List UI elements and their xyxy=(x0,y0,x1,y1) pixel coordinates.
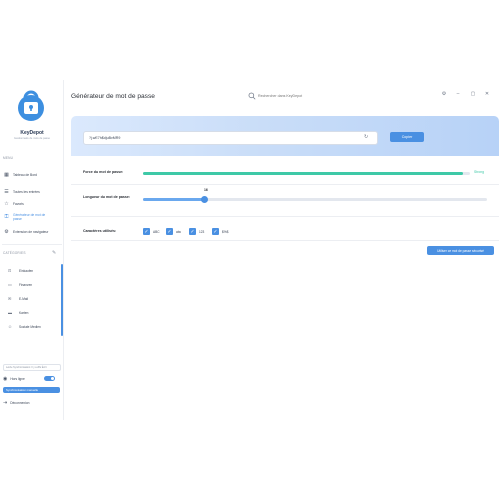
checkbox-checked-icon[interactable]: ✓ xyxy=(143,228,150,235)
checkbox-checked-icon[interactable]: ✓ xyxy=(189,228,196,235)
keydepot-logo-icon xyxy=(18,90,44,121)
option-label: $%$ xyxy=(222,229,229,234)
sidebar-item-browser-extension[interactable]: ⚙ Extension de navigateur xyxy=(3,227,61,236)
users-icon: ☺ xyxy=(8,324,13,329)
generated-password-field[interactable]: ?j.wE7h$djuBvMR9 xyxy=(83,131,378,145)
search-input[interactable] xyxy=(258,94,338,98)
option-label: ABC xyxy=(153,229,160,234)
sidebar-item-label: Favoris xyxy=(13,201,24,206)
mail-icon: ✉ xyxy=(8,296,12,301)
sidebar-item-favorites[interactable]: ☆ Favoris xyxy=(3,199,61,208)
wallet-icon: ▭ xyxy=(8,282,12,287)
length-label: Longueur du mot de passe: xyxy=(83,195,131,199)
checkbox-checked-icon[interactable]: ✓ xyxy=(166,228,173,235)
logout-button[interactable]: ⇥ Déconnexion xyxy=(3,398,29,407)
logout-label: Déconnexion xyxy=(10,400,30,405)
page-title: Générateur de mot de passe xyxy=(71,93,155,100)
close-icon[interactable]: ✕ xyxy=(483,91,491,97)
option-numbers[interactable]: ✓ 123 xyxy=(189,228,204,235)
main-content: Générateur de mot de passe ⚙ – ▢ ✕ ?j.wE… xyxy=(64,80,500,420)
strength-meter-fill xyxy=(143,172,464,175)
settings-icon[interactable]: ⚙ xyxy=(440,91,448,97)
option-uppercase[interactable]: ✓ ABC xyxy=(143,228,160,235)
generated-password: ?j.wE7h$djuBvMR9 xyxy=(89,136,121,140)
length-slider-thumb[interactable] xyxy=(201,196,209,203)
category-label: Einkaufen xyxy=(19,268,34,273)
checkbox-checked-icon[interactable]: ✓ xyxy=(212,228,219,235)
star-icon: ☆ xyxy=(4,200,9,207)
offline-label: Hors ligne xyxy=(10,377,25,381)
app-name: KeyDepot xyxy=(20,130,44,136)
option-symbols[interactable]: ✓ $%$ xyxy=(212,228,228,235)
category-item-karten[interactable]: ▬ Karten xyxy=(8,308,58,317)
category-item-einkaufen[interactable]: ⊡ Einkaufen xyxy=(8,266,58,275)
refresh-icon[interactable]: ↻ xyxy=(364,134,368,140)
maximize-icon[interactable]: ▢ xyxy=(469,91,477,97)
app-subtitle: Gestionnaire de mots de passe xyxy=(14,137,50,140)
search-bar[interactable] xyxy=(248,91,350,101)
cart-icon: ⊡ xyxy=(8,268,12,273)
logout-icon: ⇥ xyxy=(3,399,8,406)
dashboard-icon: ▦ xyxy=(4,171,9,178)
sidebar: KeyDepot Gestionnaire de mots de passe M… xyxy=(0,80,64,420)
row-divider xyxy=(71,240,499,241)
sidebar-item-label: Tableau de Bord xyxy=(13,172,38,177)
strength-text: Strong xyxy=(474,170,484,174)
sidebar-item-all-entries[interactable]: ☰ Toutes les entrées xyxy=(3,187,61,196)
copy-button[interactable]: Copier xyxy=(390,132,424,142)
strength-label: Force du mot de passe: xyxy=(83,170,124,174)
category-item-social[interactable]: ☺ Soziale Medien xyxy=(8,322,58,331)
category-label: Finanzen xyxy=(19,282,33,287)
sidebar-divider xyxy=(2,244,62,245)
edit-categories-icon[interactable]: ✎ xyxy=(52,250,56,256)
list-icon: ☰ xyxy=(4,188,9,195)
sidebar-item-label: Générateur de mot de passe xyxy=(13,213,46,221)
category-item-finanzen[interactable]: ▭ Finanzen xyxy=(8,280,58,289)
search-icon xyxy=(248,92,256,100)
menu-section-label: MENU xyxy=(3,156,14,160)
sidebar-item-label: Toutes les entrées xyxy=(13,189,40,194)
eye-icon: ◉ xyxy=(3,376,8,382)
sidebar-item-password-generator[interactable]: ⚿ Générateur de mot de passe xyxy=(3,213,61,225)
use-password-button[interactable]: Utiliser ce mot de passe sécurisé xyxy=(427,246,494,255)
sync-status: Letzte Synchronisation: Il y a 28s Écrit xyxy=(3,364,61,371)
option-lowercase[interactable]: ✓ abc xyxy=(166,228,181,235)
card-icon: ▬ xyxy=(8,310,12,315)
categories-section-label: CATÉGORIES xyxy=(3,251,26,255)
sidebar-item-label: Extension de navigateur xyxy=(13,229,49,234)
manual-sync-button[interactable]: Synchronisation manuelle xyxy=(3,387,60,393)
length-slider[interactable] xyxy=(143,196,487,203)
row-divider xyxy=(71,184,499,185)
sidebar-item-dashboard[interactable]: ▦ Tableau de Bord xyxy=(3,170,61,179)
offline-toggle[interactable] xyxy=(44,376,55,381)
option-label: 123 xyxy=(199,229,205,234)
minimize-icon[interactable]: – xyxy=(454,91,462,97)
strength-meter xyxy=(143,172,470,175)
category-label: Karten xyxy=(19,310,29,315)
category-item-email[interactable]: ✉ E-Mail xyxy=(8,294,58,303)
puzzle-icon: ⚙ xyxy=(4,228,9,235)
key-icon: ⚿ xyxy=(4,213,9,220)
option-label: abc xyxy=(176,229,182,234)
length-slider-fill xyxy=(143,198,205,201)
category-label: Soziale Medien xyxy=(19,324,41,329)
chars-label: Caractères utilisés: xyxy=(83,229,117,233)
app-window: KeyDepot Gestionnaire de mots de passe M… xyxy=(0,80,500,420)
row-divider xyxy=(71,216,499,217)
length-value: 16 xyxy=(204,188,208,192)
category-label: E-Mail xyxy=(19,296,29,301)
categories-scrollbar[interactable] xyxy=(61,264,63,336)
